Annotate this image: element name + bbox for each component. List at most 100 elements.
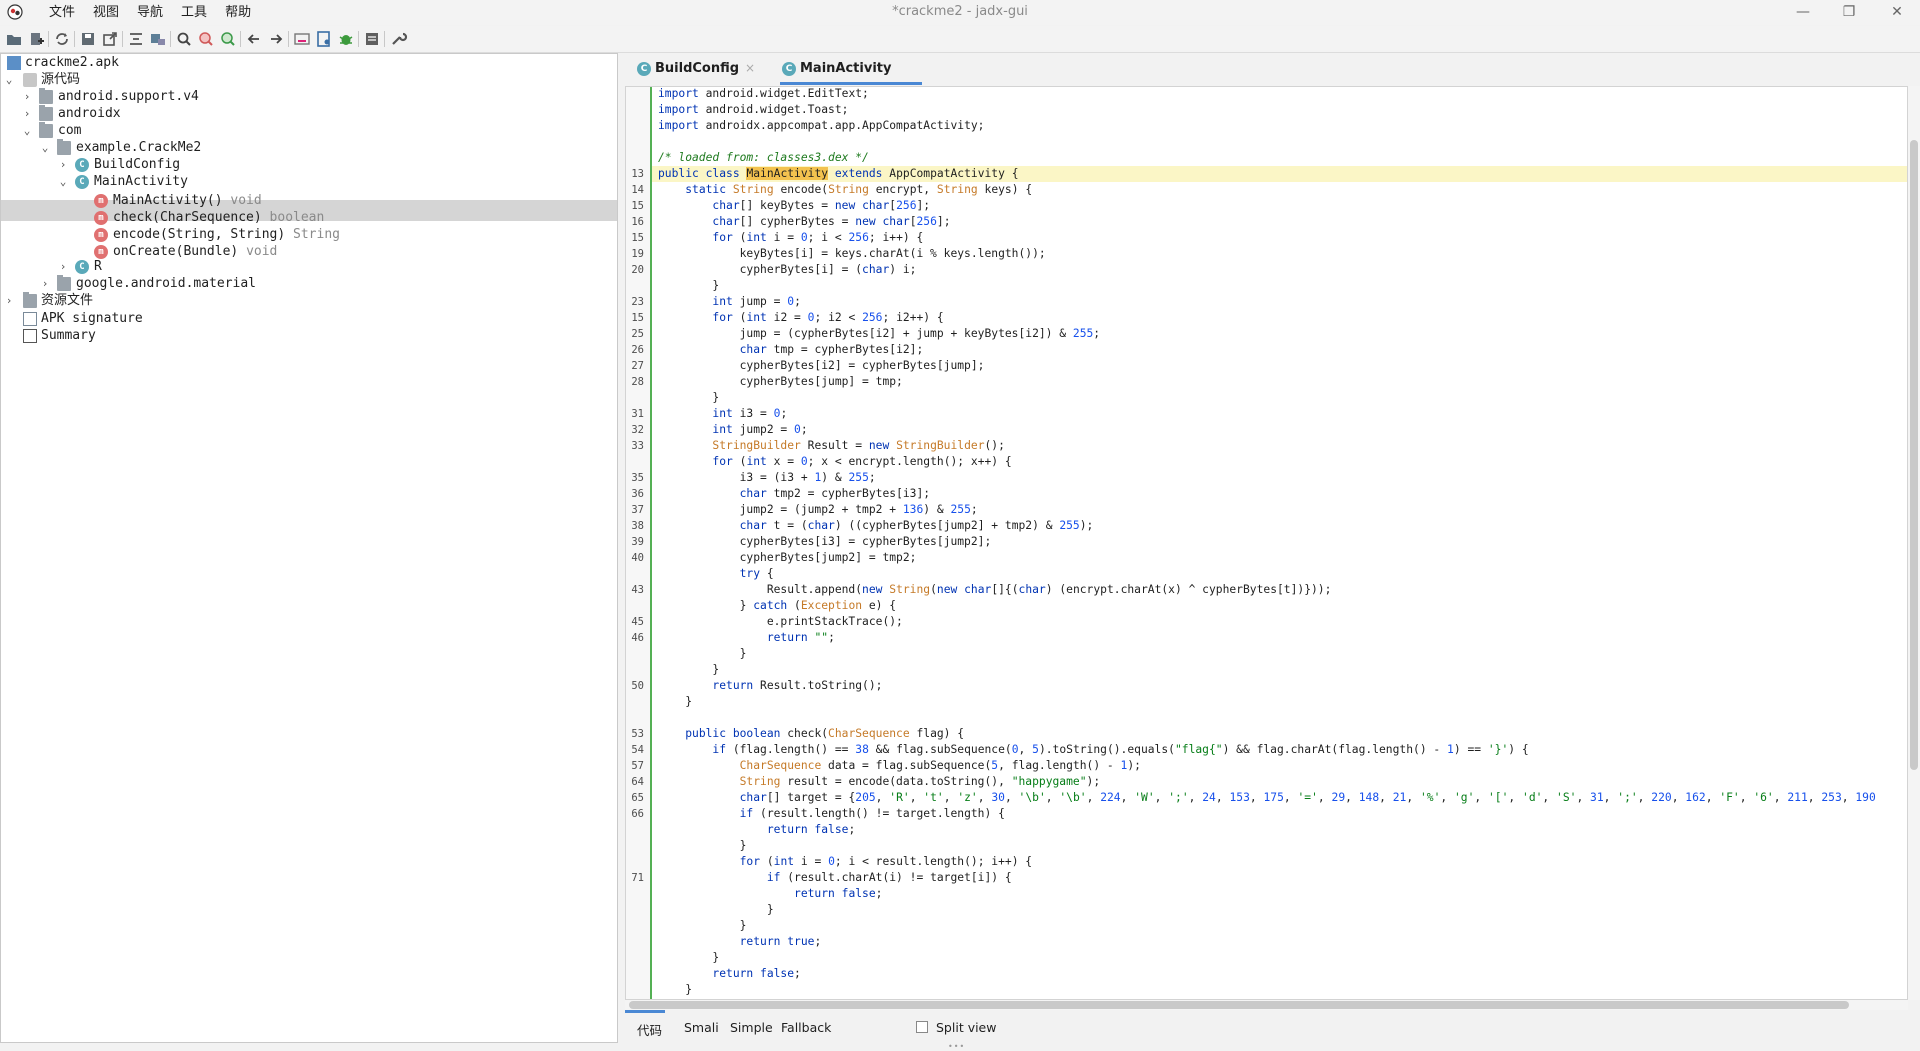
tab-code[interactable]: 代码 — [637, 1020, 662, 1039]
deobfuscation-icon[interactable] — [292, 29, 312, 49]
folder-icon — [23, 292, 37, 308]
code-text: cypherBytes[i] = (char) i; — [658, 263, 917, 276]
export-icon[interactable] — [100, 29, 120, 49]
tab-buildconfig[interactable]: C BuildConfig × — [637, 53, 757, 84]
package-icon — [39, 88, 53, 104]
code-line: 38 char t = (char) ((cypherBytes[jump2] … — [626, 518, 1907, 534]
tab-label: BuildConfig — [655, 61, 740, 76]
code-text: cypherBytes[jump2] = tmp2; — [658, 551, 917, 564]
code-text: StringBuilder Result = new StringBuilder… — [712, 439, 1005, 452]
code-text: return true; — [739, 935, 822, 948]
menu-navigation[interactable]: 导航 — [128, 4, 172, 22]
vertical-scrollbar-thumb[interactable] — [1910, 140, 1918, 770]
sync-icon[interactable] — [52, 29, 72, 49]
code-text: for (int i = 0; i < result.length(); i++… — [739, 855, 1033, 868]
forward-icon[interactable] — [266, 29, 286, 49]
tree-node-resources[interactable]: › 资源文件 — [1, 291, 617, 311]
tree-node-summary[interactable]: Summary — [1, 326, 617, 346]
source-code-icon — [23, 73, 37, 87]
minimize-button[interactable]: — — [1780, 0, 1826, 25]
split-view-checkbox[interactable] — [916, 1021, 928, 1033]
code-line: } catch (Exception e) { — [626, 598, 1907, 614]
code-line: /* loaded from: classes3.dex */ — [626, 150, 1907, 166]
code-line: 39 cypherBytes[i3] = cypherBytes[jump2]; — [626, 534, 1907, 550]
certificate-icon — [23, 312, 37, 326]
horizontal-scrollbar-thumb[interactable] — [629, 1001, 1849, 1009]
menu-help[interactable]: 帮助 — [216, 4, 260, 22]
open-file-icon[interactable] — [4, 29, 24, 49]
code-line: 64 String result = encode(data.toString(… — [626, 774, 1907, 790]
line-number: 64 — [631, 776, 644, 788]
close-window-button[interactable]: ✕ — [1874, 0, 1920, 25]
find-usage-icon[interactable] — [196, 29, 216, 49]
code-line: 13 public class MainActivity extends AppC… — [626, 166, 1907, 182]
back-icon[interactable] — [244, 29, 264, 49]
toolbar-separator — [358, 31, 359, 47]
code-text: } — [658, 919, 747, 932]
code-line: 15 for (int i = 0; i < 256; i++) { — [626, 230, 1907, 246]
tab-fallback[interactable]: Fallback — [781, 1020, 831, 1035]
code-line: } — [626, 694, 1907, 710]
quark-icon[interactable] — [314, 29, 334, 49]
code-line: 28 cypherBytes[jump] = tmp; — [626, 374, 1907, 390]
package-icon — [57, 275, 71, 291]
jadx-logo-icon — [7, 4, 23, 20]
method-icon: m — [94, 228, 108, 242]
maximize-button[interactable]: ❐ — [1826, 0, 1872, 25]
debug-icon[interactable] — [336, 29, 356, 49]
code-line: 14 static String encode(String encrypt, … — [626, 182, 1907, 198]
collapse-arrow-icon[interactable]: › — [3, 291, 15, 311]
class-icon: C — [75, 175, 89, 189]
menu-tools[interactable]: 工具 — [172, 4, 216, 22]
method-icon: m — [94, 194, 108, 208]
line-number: 46 — [631, 632, 644, 644]
tab-smali[interactable]: Smali — [684, 1020, 719, 1035]
tab-mainactivity[interactable]: C MainActivity — [782, 53, 924, 84]
code-line: return true; — [626, 934, 1907, 950]
code-text: char[] keyBytes = new char[256]; — [712, 199, 931, 212]
method-name: encode(String, String) — [113, 227, 286, 242]
tree-node-class-selected[interactable]: ⌄ C MainActivity — [1, 172, 617, 192]
search-text-icon[interactable] — [218, 29, 238, 49]
package-icon — [39, 122, 53, 138]
code-text: import android.widget.EditText; — [658, 87, 869, 100]
toolbar-separator — [384, 31, 385, 47]
add-files-icon[interactable] — [26, 29, 46, 49]
line-number: 33 — [631, 440, 644, 452]
search-icon[interactable] — [174, 29, 194, 49]
line-number: 31 — [631, 408, 644, 420]
editor-tab-bar: C BuildConfig × C MainActivity — [625, 53, 1920, 85]
toolbar — [0, 26, 1920, 53]
class-browser-icon[interactable] — [148, 29, 168, 49]
code-line: 36 char tmp2 = cypherBytes[i3]; — [626, 486, 1907, 502]
code-editor[interactable]: import android.widget.EditText; import an… — [625, 86, 1908, 1000]
tree-label: MainActivity — [94, 174, 188, 189]
log-icon[interactable] — [362, 29, 382, 49]
tab-simple[interactable]: Simple — [730, 1020, 773, 1035]
class-icon: C — [782, 62, 796, 76]
menu-view[interactable]: 视图 — [84, 4, 128, 22]
line-number: 35 — [631, 472, 644, 484]
panel-splitter[interactable] — [619, 53, 624, 1043]
code-line: 33 StringBuilder Result = new StringBuil… — [626, 438, 1907, 454]
menu-file[interactable]: 文件 — [40, 4, 84, 22]
line-number: 16 — [631, 216, 644, 228]
class-icon: C — [637, 62, 651, 76]
save-icon[interactable] — [78, 29, 98, 49]
code-text: char t = (char) ((cypherBytes[jump2] + t… — [739, 519, 1094, 532]
toolbar-separator — [74, 31, 75, 47]
line-number: 14 — [631, 184, 644, 196]
decompile-icon[interactable] — [126, 29, 146, 49]
code-text: } — [658, 695, 693, 708]
method-name: MainActivity() — [113, 193, 223, 208]
method-icon: m — [94, 211, 108, 225]
code-text: if (flag.length() == 38 && flag.subSeque… — [712, 743, 1529, 756]
close-tab-icon[interactable]: × — [745, 53, 755, 84]
code-line: 32 int jump2 = 0; — [626, 422, 1907, 438]
preferences-icon[interactable] — [388, 29, 408, 49]
code-line: 40 cypherBytes[jump2] = tmp2; — [626, 550, 1907, 566]
expand-arrow-icon[interactable]: ⌄ — [57, 172, 69, 192]
code-line: 53 public boolean check(CharSequence fla… — [626, 726, 1907, 742]
line-number: 45 — [631, 616, 644, 628]
